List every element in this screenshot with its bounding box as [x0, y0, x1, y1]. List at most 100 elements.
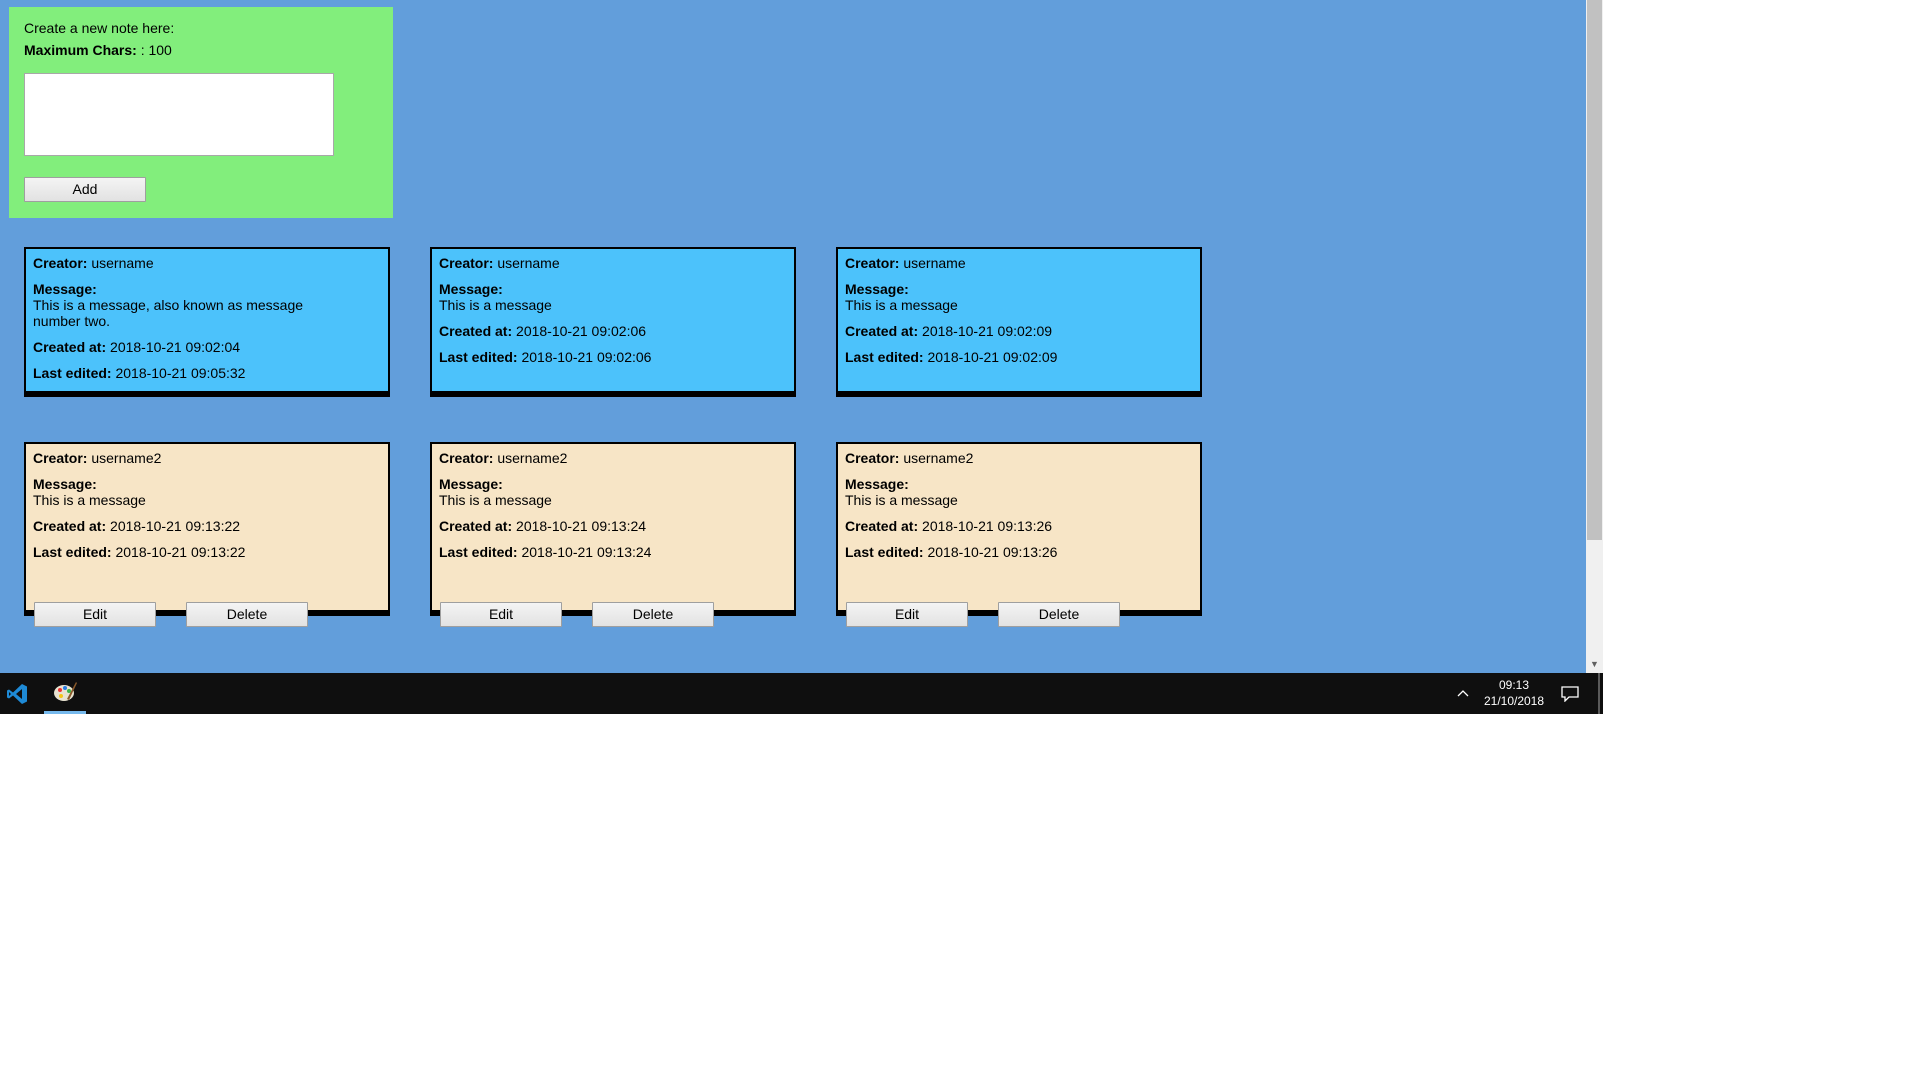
note-creator: Creator: username — [33, 255, 381, 271]
edited-label: Last edited: — [33, 544, 112, 560]
message-label: Message: — [439, 281, 503, 297]
created-value: 2018-10-21 09:13:26 — [922, 518, 1053, 534]
creator-value: username — [903, 255, 966, 271]
note-creator: Creator: username2 — [33, 450, 381, 466]
notification-icon[interactable] — [1556, 673, 1584, 714]
note-message: Message: This is a message — [439, 281, 787, 313]
edit-button[interactable]: Edit — [440, 602, 562, 627]
edited-label: Last edited: — [439, 349, 518, 365]
paint-icon[interactable] — [44, 673, 86, 714]
edit-button[interactable]: Edit — [846, 602, 968, 627]
note-card-editable: Creator: username2 Message: This is a mes… — [24, 442, 390, 627]
note-created: Created at: 2018-10-21 09:13:22 — [33, 518, 381, 534]
creator-value: username2 — [91, 450, 162, 466]
edited-value: 2018-10-21 09:13:26 — [927, 544, 1058, 560]
creator-label: Creator: — [845, 255, 900, 271]
note-creator: Creator: username — [845, 255, 1193, 271]
message-label: Message: — [33, 281, 97, 297]
created-value: 2018-10-21 09:02:09 — [922, 323, 1053, 339]
vscode-icon[interactable] — [0, 673, 33, 714]
edited-value: 2018-10-21 09:05:32 — [115, 365, 246, 381]
creator-value: username — [497, 255, 560, 271]
taskbar-clock[interactable]: 09:13 21/10/2018 — [1474, 677, 1554, 709]
delete-button[interactable]: Delete — [186, 602, 308, 627]
creator-label: Creator: — [845, 450, 900, 466]
edited-label: Last edited: — [845, 349, 924, 365]
add-button[interactable]: Add — [24, 177, 146, 202]
note-creator: Creator: username2 — [845, 450, 1193, 466]
note-edited: Last edited: 2018-10-21 09:13:22 — [33, 544, 381, 560]
created-value: 2018-10-21 09:13:22 — [110, 518, 241, 534]
message-text: This is a message, also known as message… — [33, 297, 304, 329]
vertical-scrollbar[interactable]: ▼ — [1586, 0, 1603, 673]
message-label: Message: — [845, 476, 909, 492]
edited-value: 2018-10-21 09:13:22 — [115, 544, 246, 560]
created-value: 2018-10-21 09:02:06 — [516, 323, 647, 339]
message-text: This is a message — [845, 492, 958, 508]
note-message: Message: This is a message — [439, 476, 787, 508]
message-text: This is a message — [439, 492, 552, 508]
note-creator: Creator: username — [439, 255, 787, 271]
show-desktop-edge[interactable] — [1598, 673, 1600, 714]
creator-value: username2 — [497, 450, 568, 466]
edited-value: 2018-10-21 09:02:06 — [521, 349, 652, 365]
edited-label: Last edited: — [33, 365, 112, 381]
creator-value: username2 — [903, 450, 974, 466]
note-edited: Last edited: 2018-10-21 09:05:32 — [33, 365, 381, 381]
max-chars-label: Maximum Chars: — [24, 42, 137, 58]
created-value: 2018-10-21 09:13:24 — [516, 518, 647, 534]
note-message: Message: This is a message — [33, 476, 381, 508]
created-label: Created at: — [439, 518, 513, 534]
note-card: Creator: username Message: This is a mess… — [836, 247, 1202, 397]
chevron-up-icon[interactable] — [1453, 673, 1473, 714]
clock-date: 21/10/2018 — [1483, 694, 1545, 708]
scroll-down-arrow-icon[interactable]: ▼ — [1586, 656, 1603, 673]
note-created: Created at: 2018-10-21 09:13:24 — [439, 518, 787, 534]
creator-label: Creator: — [439, 450, 494, 466]
message-text: This is a message — [845, 297, 958, 313]
created-label: Created at: — [439, 323, 513, 339]
note-card-editable: Creator: username2 Message: This is a mes… — [430, 442, 796, 627]
screen: Create a new note here: Maximum Chars: :… — [0, 0, 1603, 714]
creator-label: Creator: — [439, 255, 494, 271]
created-label: Created at: — [845, 518, 919, 534]
note-created: Created at: 2018-10-21 09:02:04 — [33, 339, 381, 355]
note-created: Created at: 2018-10-21 09:02:06 — [439, 323, 787, 339]
creator-label: Creator: — [33, 255, 88, 271]
note-card: Creator: username Message: This is a mess… — [24, 247, 390, 397]
note-created: Created at: 2018-10-21 09:02:09 — [845, 323, 1193, 339]
browser-viewport: Create a new note here: Maximum Chars: :… — [0, 0, 1586, 673]
new-note-prompt: Create a new note here: — [24, 20, 175, 36]
edited-label: Last edited: — [845, 544, 924, 560]
message-label: Message: — [439, 476, 503, 492]
delete-button[interactable]: Delete — [592, 602, 714, 627]
message-label: Message: — [845, 281, 909, 297]
note-edited: Last edited: 2018-10-21 09:02:09 — [845, 349, 1193, 365]
max-chars-line: Maximum Chars: : 100 — [24, 43, 378, 57]
created-label: Created at: — [33, 518, 107, 534]
message-text: This is a message — [33, 492, 146, 508]
created-label: Created at: — [33, 339, 107, 355]
message-label: Message: — [33, 476, 97, 492]
new-note-textarea[interactable] — [24, 73, 334, 156]
new-note-panel: Create a new note here: Maximum Chars: :… — [9, 7, 393, 218]
note-created: Created at: 2018-10-21 09:13:26 — [845, 518, 1193, 534]
note-message: Message: This is a message — [845, 476, 1193, 508]
edited-value: 2018-10-21 09:02:09 — [927, 349, 1058, 365]
note-edited: Last edited: 2018-10-21 09:13:24 — [439, 544, 787, 560]
max-chars-value: : 100 — [136, 42, 172, 58]
clock-time: 09:13 — [1498, 678, 1530, 692]
edited-value: 2018-10-21 09:13:24 — [521, 544, 652, 560]
creator-value: username — [91, 255, 154, 271]
scroll-thumb[interactable] — [1587, 0, 1602, 540]
note-card: Creator: username Message: This is a mess… — [430, 247, 796, 397]
edited-label: Last edited: — [439, 544, 518, 560]
note-card-editable: Creator: username2 Message: This is a mes… — [836, 442, 1202, 627]
note-edited: Last edited: 2018-10-21 09:13:26 — [845, 544, 1193, 560]
edit-button[interactable]: Edit — [34, 602, 156, 627]
delete-button[interactable]: Delete — [998, 602, 1120, 627]
note-creator: Creator: username2 — [439, 450, 787, 466]
created-value: 2018-10-21 09:02:04 — [110, 339, 241, 355]
note-edited: Last edited: 2018-10-21 09:02:06 — [439, 349, 787, 365]
note-message: Message: This is a message, also known as… — [33, 281, 381, 329]
